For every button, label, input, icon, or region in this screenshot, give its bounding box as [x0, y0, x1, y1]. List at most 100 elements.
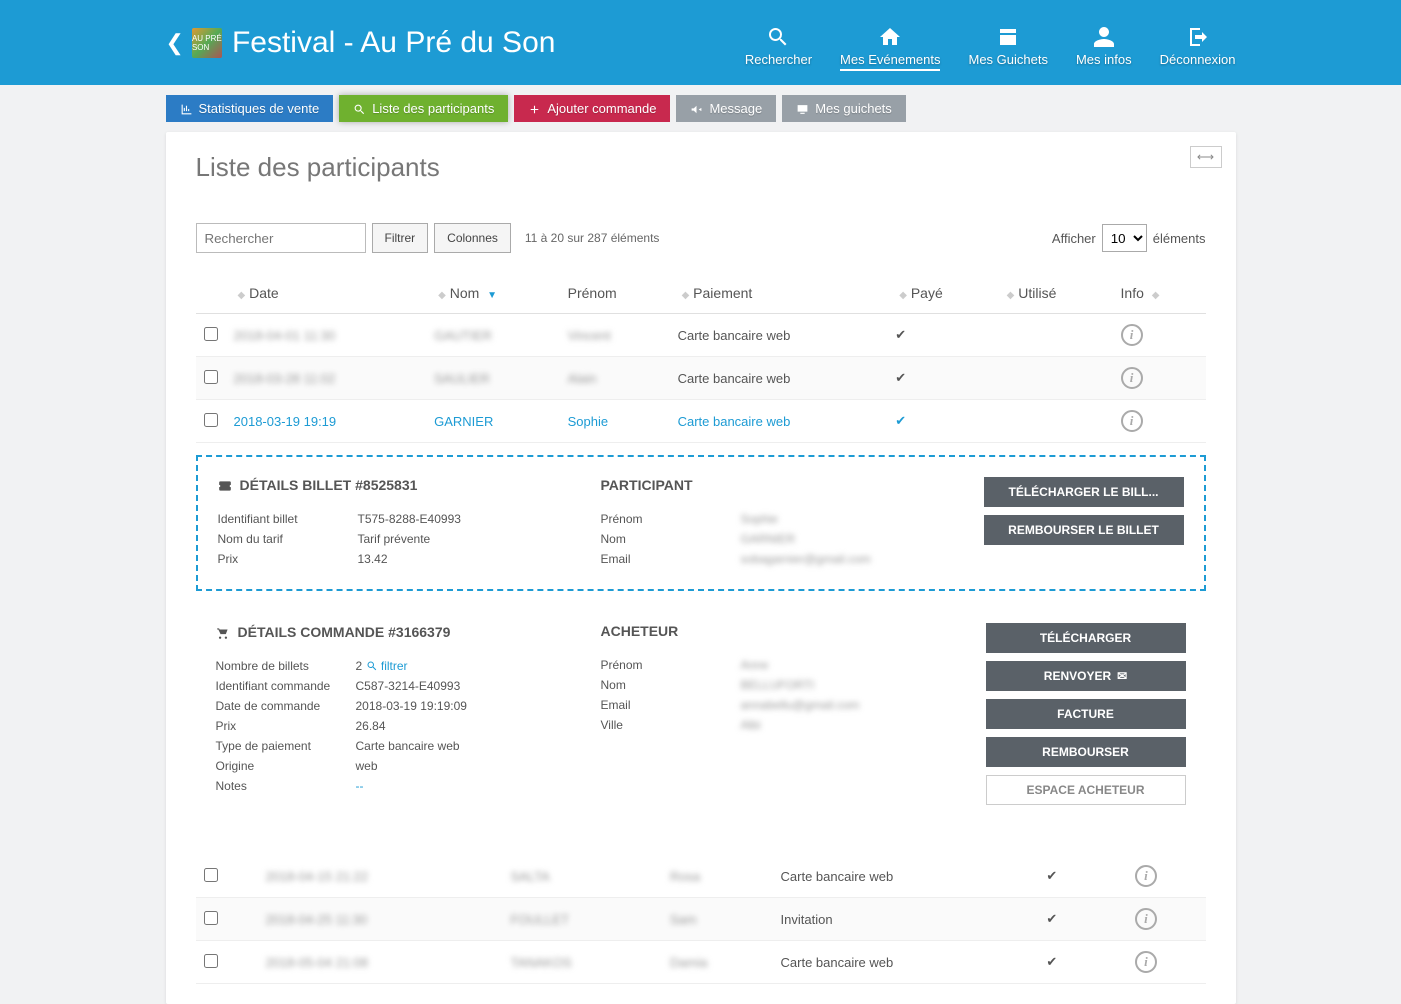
row-checkbox[interactable]: [204, 413, 218, 427]
download-order-button[interactable]: TÉLÉCHARGER: [986, 623, 1186, 653]
row-checkbox[interactable]: [204, 868, 218, 882]
info-icon[interactable]: i: [1121, 410, 1143, 432]
elements-label: éléments: [1153, 231, 1206, 246]
table-controls: Filtrer Colonnes 11 à 20 sur 287 élément…: [196, 223, 1206, 253]
cell-nom: GAUTIER: [434, 328, 492, 343]
nav-label: Mes infos: [1076, 52, 1132, 67]
order-title: DÉTAILS COMMANDE #3166379: [238, 624, 451, 640]
row-checkbox[interactable]: [204, 370, 218, 384]
megaphone-icon: [690, 101, 703, 116]
main-nav: Rechercher Mes Evénements Mes Guichets M…: [745, 14, 1236, 71]
cell-paye: ✔: [1038, 898, 1094, 941]
col-utilise[interactable]: ◆ Utilisé: [995, 273, 1113, 314]
row-checkbox[interactable]: [204, 327, 218, 341]
cell-prenom: Rosa: [670, 869, 700, 884]
invoice-button[interactable]: FACTURE: [986, 699, 1186, 729]
search-icon: [745, 22, 812, 50]
nav-label: Déconnexion: [1160, 52, 1236, 67]
cell-nom: SALTA: [511, 869, 550, 884]
cell-paiement: Carte bancaire web: [773, 855, 1039, 898]
col-info[interactable]: Info ◆: [1113, 273, 1206, 314]
info-icon[interactable]: i: [1135, 865, 1157, 887]
btn-label: Mes guichets: [815, 101, 892, 116]
expand-icon: ⟷: [1197, 150, 1214, 164]
register-icon: [968, 22, 1047, 50]
cell-nom: TANAKOS: [511, 955, 572, 970]
info-icon[interactable]: i: [1135, 908, 1157, 930]
buyer-title: ACHETEUR: [601, 623, 956, 639]
order-details: DÉTAILS COMMANDE #3166379 Nombre de bill…: [196, 603, 1206, 835]
table-row[interactable]: 2018-04-01 11:30 GAUTIER Vincent Carte banc…: [196, 314, 1206, 357]
download-ticket-button[interactable]: TÉLÉCHARGER LE BILL...: [984, 477, 1184, 507]
col-paiement[interactable]: ◆ Paiement: [670, 273, 888, 314]
back-icon[interactable]: ❮: [166, 30, 184, 56]
row-checkbox[interactable]: [204, 911, 218, 925]
filter-link[interactable]: filtrer: [366, 659, 408, 673]
cell-paye: ✔: [887, 314, 994, 357]
counters-button[interactable]: Mes guichets: [782, 95, 906, 122]
col-paye[interactable]: ◆ Payé: [887, 273, 994, 314]
plus-icon: [528, 101, 541, 116]
table-row[interactable]: 2018-03-28 11:02SAULIERAlainCarte bancai…: [196, 357, 1206, 400]
cell-date: 2018-05-04 21:08: [265, 955, 368, 970]
cell-paiement: Carte bancaire web: [670, 357, 888, 400]
nav-label: Rechercher: [745, 52, 812, 67]
table-row[interactable]: 2018-04-15 21:22SALTARosaCarte bancaire …: [196, 855, 1206, 898]
btn-label: Liste des participants: [372, 101, 494, 116]
cell-prenom: Sophie: [568, 414, 608, 429]
filter-button[interactable]: Filtrer: [372, 223, 429, 253]
btn-label: Message: [709, 101, 762, 116]
notes-link[interactable]: --: [356, 779, 571, 793]
participants-table-after: 2018-04-15 21:22SALTARosaCarte bancaire …: [196, 855, 1206, 984]
mail-icon: ✉: [1117, 669, 1127, 683]
buyer-space-button[interactable]: ESPACE ACHETEUR: [986, 775, 1186, 805]
cell-paye: ✔: [1038, 941, 1094, 984]
info-icon[interactable]: i: [1121, 324, 1143, 346]
cell-prenom: Sam: [670, 912, 697, 927]
show-label: Afficher: [1052, 231, 1096, 246]
action-bar: Statistiques de vente Liste des particip…: [166, 85, 1236, 132]
nav-counters[interactable]: Mes Guichets: [968, 22, 1047, 67]
page-title: Festival - Au Pré du Son: [232, 26, 745, 60]
nav-logout[interactable]: Déconnexion: [1160, 22, 1236, 67]
cell-paiement: Carte bancaire web: [773, 941, 1039, 984]
stats-button[interactable]: Statistiques de vente: [166, 95, 334, 122]
columns-button[interactable]: Colonnes: [434, 223, 511, 253]
page-size-select[interactable]: 10: [1102, 224, 1147, 252]
col-prenom[interactable]: Prénom: [560, 273, 670, 314]
btn-label: Statistiques de vente: [199, 101, 320, 116]
table-row[interactable]: 2018-04-25 11:30FOULLETSamInvitation✔i: [196, 898, 1206, 941]
message-button[interactable]: Message: [676, 95, 776, 122]
brand-logo: AU PRÉ SON: [192, 28, 222, 58]
panel-title: Liste des participants: [196, 152, 1206, 183]
add-order-button[interactable]: Ajouter commande: [514, 95, 670, 122]
cell-nom: SAULIER: [434, 371, 490, 386]
cell-prenom: Vincent: [568, 328, 611, 343]
refund-order-button[interactable]: REMBOURSER: [986, 737, 1186, 767]
cell-paye: ✔: [1038, 855, 1094, 898]
nav-search[interactable]: Rechercher: [745, 22, 812, 67]
cell-prenom: Alain: [568, 371, 597, 386]
refund-ticket-button[interactable]: REMBOURSER LE BILLET: [984, 515, 1184, 545]
table-row[interactable]: 2018-03-19 19:19GARNIERSophieCarte banca…: [196, 400, 1206, 443]
nav-events[interactable]: Mes Evénements: [840, 22, 940, 71]
cell-utilise: [1094, 941, 1127, 984]
col-date[interactable]: ◆ Date: [226, 273, 427, 314]
range-text: 11 à 20 sur 287 éléments: [525, 231, 660, 245]
table-row[interactable]: 2018-05-04 21:08TANAKOSDamiaCarte bancai…: [196, 941, 1206, 984]
nav-profile[interactable]: Mes infos: [1076, 22, 1132, 67]
cell-paiement: Carte bancaire web: [670, 314, 888, 357]
search-input[interactable]: [196, 223, 366, 253]
user-icon: [1076, 22, 1132, 50]
expand-button[interactable]: ⟷: [1190, 146, 1222, 168]
resend-button[interactable]: RENVOYER ✉: [986, 661, 1186, 691]
col-nom[interactable]: ◆ Nom ▼: [426, 273, 560, 314]
cell-date: 2018-04-01 11:30: [234, 328, 336, 343]
info-icon[interactable]: i: [1121, 367, 1143, 389]
participants-button[interactable]: Liste des participants: [339, 95, 508, 122]
cell-utilise: [995, 400, 1113, 443]
info-icon[interactable]: i: [1135, 951, 1157, 973]
screen-icon: [796, 101, 809, 116]
cell-date: 2018-04-25 11:30: [265, 912, 367, 927]
row-checkbox[interactable]: [204, 954, 218, 968]
